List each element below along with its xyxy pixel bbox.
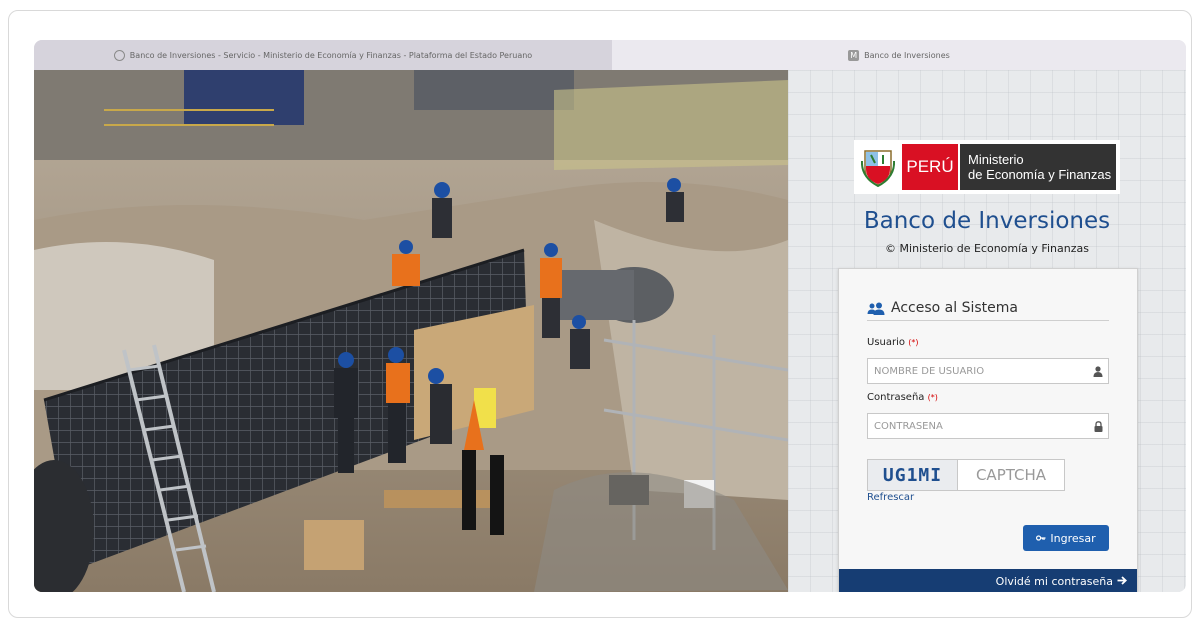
logo-country: PERÚ bbox=[902, 144, 958, 190]
login-button-label: Ingresar bbox=[1050, 531, 1096, 545]
logo-line-2: de Economía y Finanzas bbox=[968, 167, 1112, 182]
site-favicon-icon: M bbox=[848, 49, 860, 61]
forgot-password-label: Olvidé mi contraseña bbox=[995, 574, 1113, 588]
key-icon bbox=[1036, 532, 1046, 545]
password-label-text: Contraseña bbox=[867, 392, 925, 403]
browser-window: Banco de Inversiones - Servicio - Minist… bbox=[34, 40, 1186, 592]
forgot-password-link[interactable]: Olvidé mi contraseña bbox=[995, 574, 1128, 588]
password-input[interactable] bbox=[868, 414, 1088, 438]
arrow-right-icon bbox=[1117, 575, 1128, 588]
lock-icon bbox=[1088, 420, 1108, 432]
tab-label: Banco de Inversiones - Servicio - Minist… bbox=[129, 50, 533, 60]
password-label: Contraseña (*) bbox=[867, 392, 938, 403]
captcha-input[interactable] bbox=[958, 460, 1064, 490]
username-label-text: Usuario bbox=[867, 337, 906, 348]
required-mark: (*) bbox=[927, 393, 938, 402]
login-header: Acceso al Sistema bbox=[867, 295, 1109, 321]
logo-ministry: Ministerio de Economía y Finanzas bbox=[960, 144, 1116, 190]
app-title: Banco de Inversiones bbox=[863, 208, 1111, 234]
logo-line-1: Ministerio bbox=[968, 152, 1024, 167]
construction-site-image bbox=[34, 70, 788, 592]
required-mark: (*) bbox=[908, 338, 919, 347]
users-icon bbox=[867, 301, 885, 315]
globe-icon bbox=[113, 49, 125, 61]
refresh-captcha-link[interactable]: Refrescar bbox=[867, 492, 914, 503]
user-icon bbox=[1088, 365, 1108, 377]
password-field bbox=[867, 413, 1109, 439]
login-title: Acceso al Sistema bbox=[891, 299, 1018, 316]
app-subtitle: © Ministerio de Economía y Finanzas bbox=[885, 242, 1089, 255]
login-button[interactable]: Ingresar bbox=[1023, 525, 1109, 551]
tab-label: Banco de Inversiones bbox=[864, 50, 950, 60]
username-field bbox=[867, 358, 1109, 384]
mef-logo: PERÚ Ministerio de Economía y Finanzas bbox=[854, 140, 1120, 194]
tab-bar: Banco de Inversiones - Servicio - Minist… bbox=[34, 40, 1186, 70]
tab-banco-inversiones[interactable]: M Banco de Inversiones bbox=[612, 40, 1186, 70]
username-label: Usuario (*) bbox=[867, 337, 918, 348]
username-input[interactable] bbox=[868, 359, 1088, 383]
coat-of-arms-icon bbox=[858, 144, 898, 190]
login-footer: Olvidé mi contraseña bbox=[839, 569, 1137, 592]
captcha-image: UG1MI bbox=[868, 460, 958, 490]
hero-photo bbox=[34, 70, 788, 592]
login-area: PERÚ Ministerio de Economía y Finanzas B… bbox=[788, 70, 1186, 592]
login-panel: Acceso al Sistema Usuario (*) Contraseña… bbox=[838, 268, 1138, 592]
captcha-box: UG1MI bbox=[867, 459, 1065, 491]
tab-banco-servicio[interactable]: Banco de Inversiones - Servicio - Minist… bbox=[34, 40, 612, 70]
